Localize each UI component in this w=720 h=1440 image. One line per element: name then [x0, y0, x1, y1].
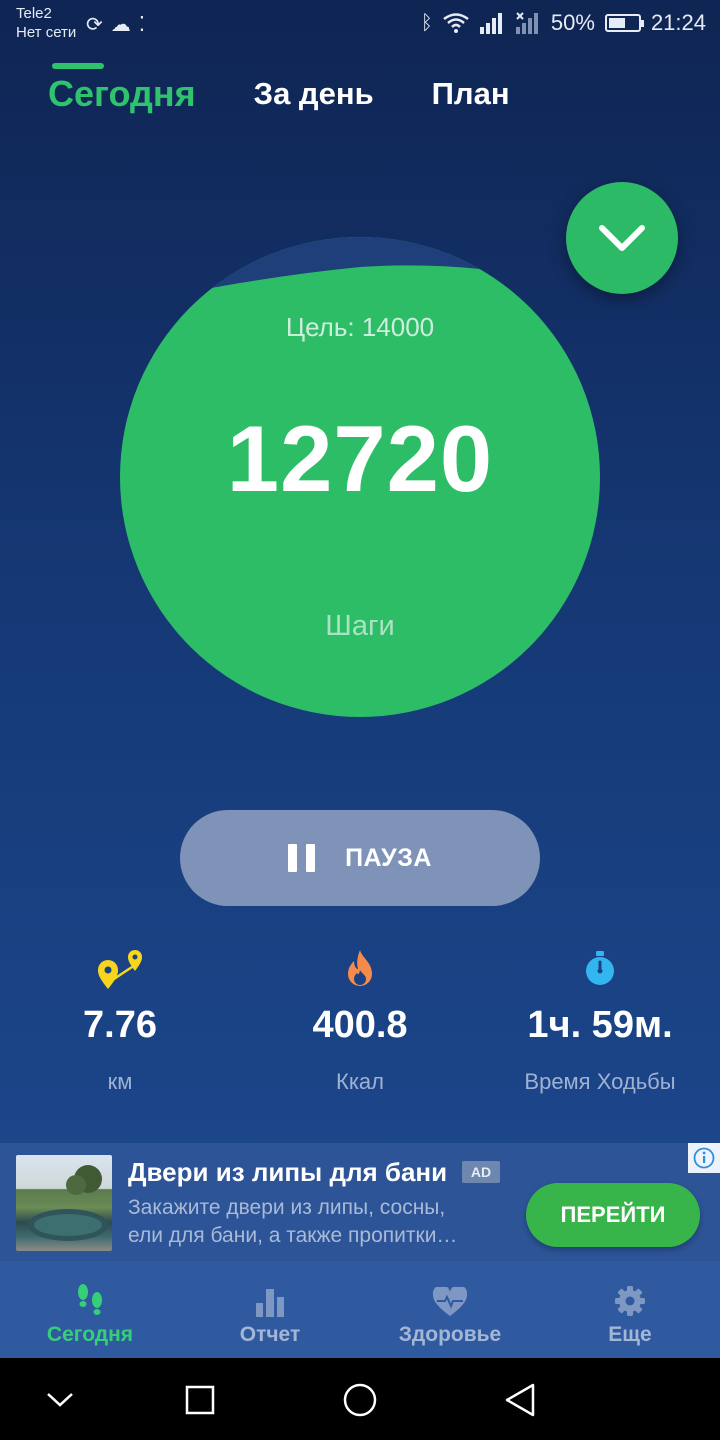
bluetooth-icon: ᛒ	[420, 11, 433, 34]
square-icon	[185, 1385, 215, 1415]
ad-description-line-1: Закажите двери из липы, сосны,	[128, 1196, 446, 1219]
back-button[interactable]	[498, 1378, 542, 1422]
stat-walking-time: 1ч. 59м. Время Ходьбы	[480, 940, 720, 1095]
walking-time-label: Время Ходьбы	[524, 1069, 676, 1094]
step-count: 12720	[226, 406, 494, 511]
tab-plan[interactable]: План	[432, 76, 510, 112]
nav-health[interactable]: Здоровье	[360, 1261, 540, 1358]
recent-apps-button[interactable]	[178, 1378, 222, 1422]
footsteps-notification-icon: ⁚	[138, 14, 146, 36]
chevron-down-icon	[47, 1393, 73, 1407]
tab-per-day[interactable]: За день	[254, 76, 374, 112]
top-tabs: Сегодня За день План	[48, 73, 568, 115]
nav-report[interactable]: Отчет	[180, 1261, 360, 1358]
nav-health-label: Здоровье	[398, 1323, 502, 1346]
system-indicators: ᛒ 50% 21:24	[421, 10, 706, 36]
nav-today-label: Сегодня	[46, 1323, 134, 1346]
ad-banner[interactable]: Двери из липы для бани AD Закажите двери…	[0, 1143, 720, 1261]
network-status: Нет сети	[16, 24, 77, 41]
sync-icon: ⟳	[86, 14, 103, 36]
footsteps-icon	[0, 1261, 180, 1319]
calories-unit: Ккал	[336, 1069, 384, 1094]
stat-calories: 400.8 Ккал	[240, 940, 480, 1095]
goal-label: Цель: 14000	[285, 312, 435, 342]
nav-report-label: Отчет	[239, 1323, 301, 1346]
stopwatch-icon	[480, 940, 720, 996]
distance-unit: км	[107, 1069, 133, 1094]
system-navigation-bar	[0, 1358, 720, 1440]
pause-button[interactable]: ПАУЗА	[180, 810, 540, 906]
home-button[interactable]	[338, 1378, 382, 1422]
nav-today[interactable]: Сегодня	[0, 1261, 180, 1358]
heart-pulse-icon	[360, 1261, 540, 1319]
carrier-info: Tele2 Нет сети	[16, 4, 76, 42]
gear-icon	[540, 1261, 720, 1319]
status-bar: Tele2 Нет сети ⟳ ☁ ⁚ ᛒ 50% 21:24	[0, 0, 720, 50]
chevron-down-icon	[599, 225, 645, 251]
active-tab-indicator	[52, 63, 104, 69]
distance-value: 7.76	[83, 1004, 157, 1046]
ad-info-button[interactable]	[688, 1143, 720, 1173]
triangle-back-icon	[505, 1383, 535, 1417]
walking-time-value: 1ч. 59м.	[527, 1004, 673, 1046]
ad-cta-button[interactable]: ПЕРЕЙТИ	[526, 1183, 700, 1247]
battery-percent: 50%	[550, 10, 595, 35]
circle-icon	[343, 1383, 377, 1417]
signal-icon	[479, 13, 502, 34]
ad-description-line-2: ели для бани, а также пропитки…	[128, 1224, 458, 1247]
ad-badge: AD	[462, 1161, 500, 1183]
hide-keyboard-button[interactable]	[38, 1378, 82, 1422]
steps-label: Шаги	[325, 610, 395, 642]
calories-value: 400.8	[312, 1004, 408, 1046]
bottom-navigation: Сегодня Отчет Здоровье Еще	[0, 1261, 720, 1358]
step-progress-circle[interactable]: Цель: 14000 12720 Шаги	[120, 237, 600, 717]
nav-more[interactable]: Еще	[540, 1261, 720, 1358]
wifi-icon	[443, 13, 469, 33]
tab-today[interactable]: Сегодня	[48, 73, 196, 115]
distance-pins-icon	[0, 940, 240, 996]
notification-icons: ⟳ ☁ ⁚	[86, 12, 145, 37]
flame-icon	[240, 940, 480, 996]
bar-chart-icon	[180, 1261, 360, 1319]
info-icon	[693, 1147, 715, 1169]
pause-label: ПАУЗА	[345, 843, 432, 872]
clock: 21:24	[650, 10, 706, 35]
stat-distance: 7.76 км	[0, 940, 240, 1095]
ad-description[interactable]: Закажите двери из липы, сосны, ели для б…	[128, 1194, 508, 1250]
signal-no-sim-icon	[515, 12, 538, 34]
nav-more-label: Еще	[608, 1323, 652, 1346]
carrier-name: Tele2	[16, 5, 52, 22]
battery-icon	[604, 14, 644, 32]
cloud-icon: ☁	[110, 14, 131, 36]
ad-title[interactable]: Двери из липы для бани	[128, 1157, 447, 1188]
pause-icon	[288, 844, 316, 872]
ad-image[interactable]	[16, 1155, 112, 1251]
